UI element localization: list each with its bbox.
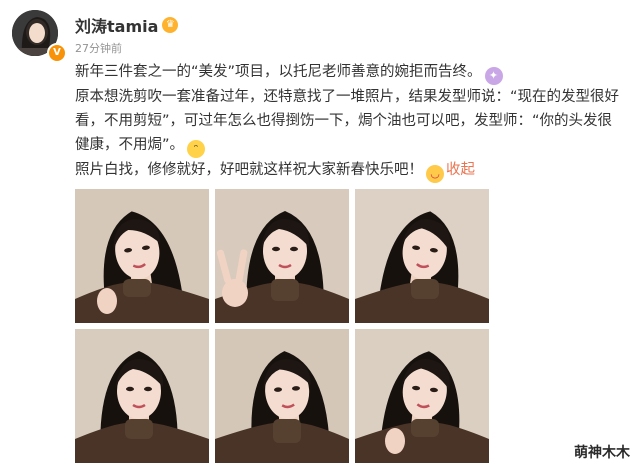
pray-emoji-icon: ✦ bbox=[484, 67, 503, 85]
post-line-2: 原本想洗剪吹一套准备过年，还特意找了一堆照片，结果发型师说：“现在的发型很好看，… bbox=[75, 85, 620, 158]
collapse-link[interactable]: 收起 bbox=[446, 162, 475, 178]
photo-1[interactable] bbox=[75, 189, 209, 323]
tongue-emoji-icon: ◡ bbox=[426, 165, 444, 183]
author-name-text[interactable]: 刘涛tamia bbox=[75, 13, 158, 37]
verified-v-icon: V bbox=[47, 43, 67, 63]
post-body: 新年三件套之一的“美发”项目，以托尼老师善意的婉拒而告终。 ✦ 原本想洗剪吹一套准… bbox=[75, 60, 620, 183]
photo-grid bbox=[75, 189, 489, 465]
photo-6[interactable] bbox=[355, 329, 489, 463]
photo-3[interactable] bbox=[355, 189, 489, 323]
photo-4[interactable] bbox=[75, 329, 209, 463]
post-line-1: 新年三件套之一的“美发”项目，以托尼老师善意的婉拒而告终。 ✦ bbox=[75, 60, 620, 85]
post-timestamp[interactable]: 27分钟前 bbox=[75, 40, 122, 56]
laugh-emoji-icon: ᵔ bbox=[187, 140, 206, 158]
photo-5[interactable] bbox=[215, 329, 349, 463]
post-line-3-text: 照片白找，修修就好，好吧就这样祝大家新春快乐吧！ bbox=[75, 162, 423, 178]
watermark: 萌神木木 bbox=[574, 445, 630, 461]
post-line-3: 照片白找，修修就好，好吧就这样祝大家新春快乐吧！ ◡ 收起 bbox=[75, 158, 620, 183]
post-line-2-text: 原本想洗剪吹一套准备过年，还特意找了一堆照片，结果发型师说：“现在的发型很好看，… bbox=[75, 89, 620, 153]
crown-badge-icon[interactable]: ♛ bbox=[162, 17, 179, 33]
post-line-1-text: 新年三件套之一的“美发”项目，以托尼老师善意的婉拒而告终。 bbox=[75, 64, 482, 80]
author-name[interactable]: 刘涛tamia ♛ bbox=[75, 13, 179, 37]
photo-2[interactable] bbox=[215, 189, 349, 323]
